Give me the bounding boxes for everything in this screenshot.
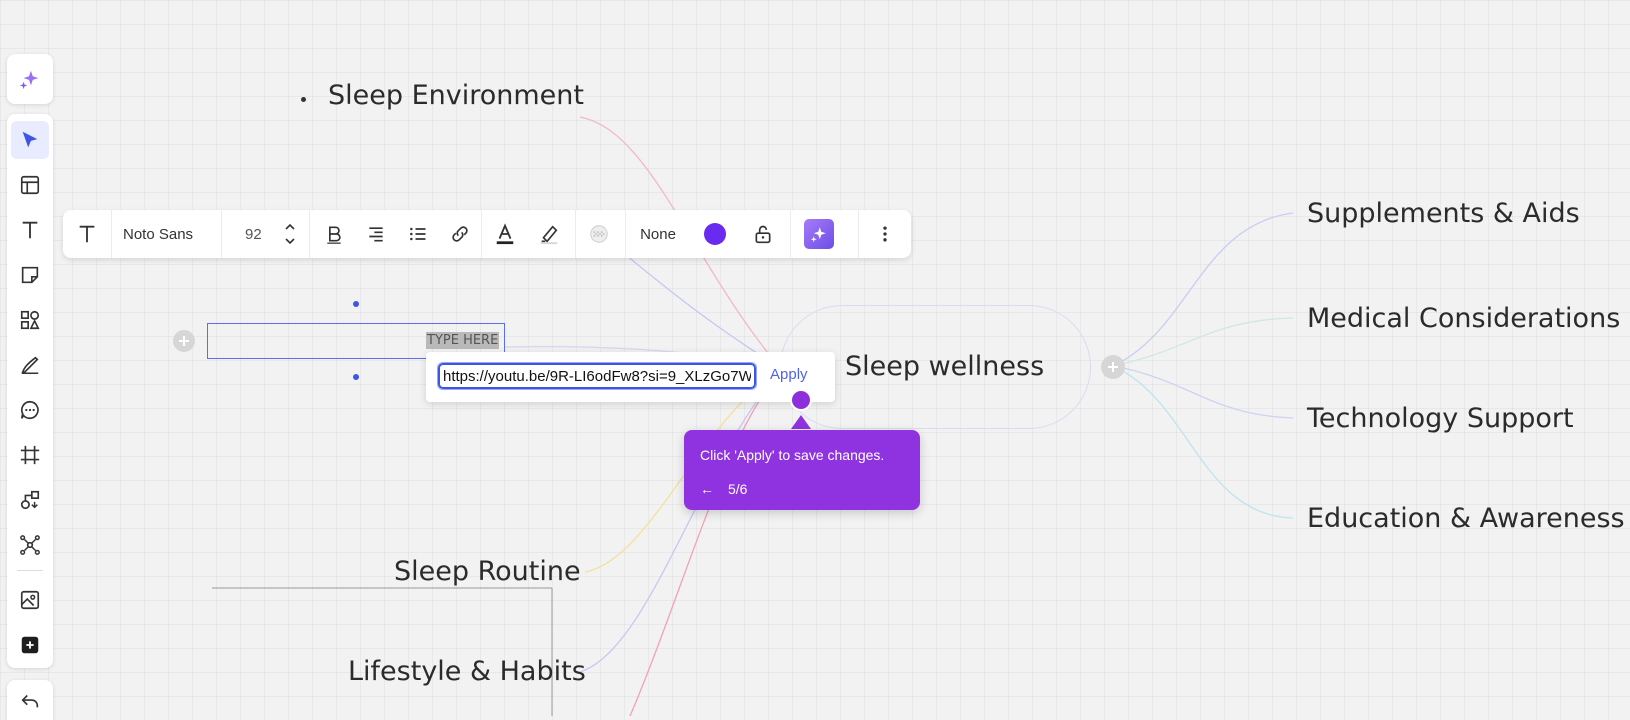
more-options-button[interactable] [858, 210, 911, 258]
topic-medical-considerations[interactable]: Medical Considerations [1307, 303, 1620, 334]
shapes-tool-button[interactable] [11, 301, 49, 339]
image-upload-icon [20, 590, 40, 610]
select-tool-button[interactable] [11, 121, 49, 159]
ai-sparkle-icon [19, 70, 39, 90]
bold-icon [327, 226, 341, 244]
ai-assistant-panel [7, 54, 53, 104]
sticky-note-icon [21, 266, 39, 284]
add-node-right-button[interactable] [1101, 355, 1125, 379]
highlight-button[interactable] [527, 210, 571, 258]
bullet-dot [301, 97, 306, 102]
text-format-toolbar: Noto Sans 92 None [63, 210, 911, 258]
lock-button[interactable] [741, 210, 785, 258]
guide-message: Click 'Apply' to save changes. [700, 447, 885, 463]
topic-sleep-environment[interactable]: Sleep Environment [328, 80, 584, 111]
resize-handle-top[interactable] [353, 301, 359, 307]
undo-button[interactable] [11, 682, 49, 720]
central-topic-label[interactable]: Sleep wellness [845, 351, 1044, 382]
color-swatch [704, 223, 726, 245]
more-vertical-icon [882, 226, 887, 242]
resize-handle-bottom[interactable] [353, 374, 359, 380]
ai-assist-badge [804, 219, 834, 249]
diagram-icon [20, 490, 40, 510]
plus-icon [1108, 362, 1118, 372]
transparent-fill-icon [590, 225, 608, 243]
guide-tooltip: Click 'Apply' to save changes. ← 5/6 [684, 430, 920, 510]
highlighter-icon [540, 225, 558, 245]
text-color-button[interactable] [483, 210, 527, 258]
history-panel [7, 680, 53, 720]
ai-assist-button[interactable] [797, 210, 841, 258]
apply-link-button[interactable]: Apply [770, 366, 808, 383]
topic-lifestyle-habits[interactable]: Lifestyle & Habits [348, 656, 586, 687]
link-url-input[interactable] [437, 362, 757, 390]
text-type-icon [79, 225, 95, 243]
stepper-arrows-icon[interactable] [284, 220, 296, 248]
fill-color-button[interactable] [577, 210, 621, 258]
rail-divider [17, 570, 43, 571]
link-popup: Apply [426, 352, 835, 402]
bullet-list-icon [410, 227, 426, 241]
topic-sleep-routine[interactable]: Sleep Routine [394, 556, 581, 587]
topic-education-awareness[interactable]: Education & Awareness [1307, 503, 1625, 534]
stroke-value: None [640, 225, 676, 243]
more-apps-button[interactable] [11, 626, 49, 664]
font-family-select[interactable]: Noto Sans [111, 210, 233, 258]
sparkle-icon [810, 227, 826, 243]
bold-button[interactable] [313, 210, 355, 258]
node-placeholder-text[interactable]: TYPE HERE [426, 332, 500, 349]
ai-sparkle-button[interactable] [11, 60, 49, 98]
frame-tool-button[interactable] [11, 436, 49, 474]
select-arrow-icon [22, 131, 38, 148]
mindmap-tool-button[interactable] [11, 526, 49, 564]
image-upload-button[interactable] [11, 581, 49, 619]
add-node-left-button[interactable] [173, 330, 195, 352]
topic-technology-support[interactable]: Technology Support [1307, 403, 1574, 434]
font-family-value: Noto Sans [123, 225, 194, 243]
link-button[interactable] [439, 210, 481, 258]
pen-icon [21, 356, 39, 374]
guide-hotspot[interactable] [790, 389, 812, 411]
mindmap-icon [20, 535, 40, 555]
more-apps-icon [21, 636, 39, 654]
comment-tool-button[interactable] [11, 391, 49, 429]
topic-supplements-aids[interactable]: Supplements & Aids [1307, 198, 1580, 229]
shapes-icon [20, 310, 40, 330]
comment-icon [20, 400, 39, 420]
align-button[interactable] [355, 210, 397, 258]
undo-icon [21, 694, 39, 708]
text-tool-icon [22, 221, 38, 239]
tooltip-arrow [791, 415, 811, 429]
font-size-value: 92 [245, 225, 262, 243]
plus-icon [179, 336, 189, 346]
align-right-icon [369, 227, 383, 242]
text-type-button[interactable] [63, 210, 111, 258]
guide-navigation: ← 5/6 [700, 481, 747, 497]
guide-step-counter: 5/6 [728, 481, 748, 497]
tool-rail [7, 114, 53, 668]
frame-icon [20, 445, 40, 465]
link-icon [452, 226, 468, 242]
diagram-tool-button[interactable] [11, 481, 49, 519]
color-swatch-button[interactable] [693, 210, 737, 258]
template-tool-button[interactable] [11, 166, 49, 204]
pen-tool-button[interactable] [11, 346, 49, 384]
sticky-note-tool-button[interactable] [11, 256, 49, 294]
guide-back-arrow-icon[interactable]: ← [700, 481, 714, 497]
template-icon [20, 175, 40, 195]
text-color-icon [496, 223, 514, 245]
list-button[interactable] [397, 210, 439, 258]
unlock-icon [755, 225, 771, 244]
stroke-select[interactable]: None [625, 210, 691, 258]
text-tool-button[interactable] [11, 211, 49, 249]
